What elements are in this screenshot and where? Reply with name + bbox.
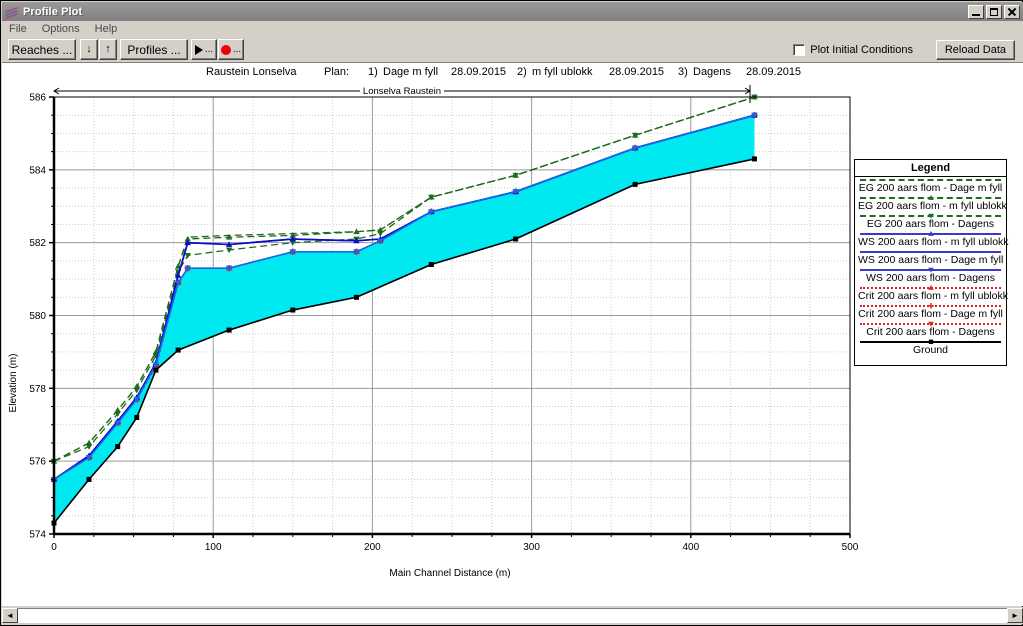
x-tick-label: 400 — [682, 542, 699, 553]
legend-line-sample — [860, 179, 1001, 181]
y-tick-label: 584 — [29, 165, 46, 176]
profile-plot-window: Profile Plot File Options Help Reaches .… — [0, 0, 1023, 626]
x-tick-label: 0 — [51, 542, 57, 553]
x-axis-title: Main Channel Distance (m) — [389, 568, 510, 579]
legend-entry-label: EG 200 aars flom - Dage m fyll — [858, 182, 1003, 194]
legend-entry: Ground — [858, 339, 1003, 359]
minimize-button[interactable] — [968, 4, 984, 19]
maximize-button[interactable] — [986, 4, 1002, 19]
menu-bar: File Options Help — [2, 21, 1023, 37]
window-title: Profile Plot — [23, 5, 83, 18]
y-axis-title: Elevation (m) — [8, 354, 19, 413]
legend-entry-label: Ground — [912, 344, 949, 356]
legend-entry-label: Crit 200 aars flom - Dagens — [866, 326, 995, 338]
legend-entry-label: Crit 200 aars flom - m fyll ublokk — [858, 290, 1008, 302]
previous-reach-button[interactable]: ↓ — [80, 39, 98, 60]
y-tick-label: 582 — [29, 238, 46, 249]
record-icon — [220, 44, 231, 55]
scroll-right-button[interactable]: ► — [1007, 608, 1023, 623]
record-ellipsis: ... — [232, 44, 242, 55]
arrow-down-icon: ↓ — [86, 43, 92, 55]
reach-annotation-label: Lonselva Raustein — [363, 86, 441, 97]
plot-initial-conditions-checkbox[interactable]: Plot Initial Conditions — [793, 44, 913, 56]
next-reach-button[interactable]: ↑ — [99, 39, 117, 60]
animate-record-button[interactable]: ... — [218, 39, 244, 60]
chart-legend: Legend EG 200 aars flom - Dage m fyll EG … — [854, 159, 1009, 366]
chart-fill-area — [54, 115, 755, 524]
arrow-up-icon: ↑ — [105, 43, 111, 55]
legend-line-sample — [860, 251, 1001, 253]
profiles-button[interactable]: Profiles ... — [120, 39, 188, 60]
title-bar: Profile Plot — [2, 2, 1023, 21]
play-icon — [194, 44, 203, 55]
y-tick-label: 574 — [29, 530, 46, 541]
reaches-button[interactable]: Reaches ... — [8, 39, 76, 60]
legend-entry-label: EG 200 aars flom - m fyll ublokk — [858, 200, 1007, 212]
plot-initial-conditions-label: Plot Initial Conditions — [810, 44, 913, 56]
y-tick-label: 578 — [29, 384, 46, 395]
reload-data-button[interactable]: Reload Data — [935, 40, 1015, 60]
toolbar: Reaches ... ↓ ↑ Profiles ... ... ... Plo… — [2, 37, 1023, 63]
legend-entry-label: EG 200 aars flom - Dagens — [866, 218, 995, 230]
x-tick-label: 300 — [523, 542, 540, 553]
legend-entry-label: WS 200 aars flom - Dagens — [866, 272, 995, 284]
menu-item-help[interactable]: Help — [88, 23, 126, 35]
play-ellipsis: ... — [204, 44, 214, 55]
menu-item-file[interactable]: File — [2, 23, 35, 35]
x-tick-label: 200 — [364, 542, 381, 553]
legend-entry-label: WS 200 aars flom - m fyll ublokk — [858, 236, 1009, 248]
profile-plot-icon — [4, 5, 20, 19]
menu-item-options[interactable]: Options — [35, 23, 88, 35]
y-tick-label: 580 — [29, 311, 46, 322]
x-tick-label: 100 — [205, 542, 222, 553]
legend-entry-label: Crit 200 aars flom - Dage m fyll — [858, 308, 1003, 320]
legend-entry-label: WS 200 aars flom - Dage m fyll — [858, 254, 1004, 266]
legend-entry: WS 200 aars flom - m fyll ublokk — [858, 231, 1009, 251]
plot-client-area: Raustein Lonselva Plan: 1) Dage m fyll 2… — [2, 63, 1023, 606]
close-icon[interactable] — [1004, 4, 1020, 19]
y-tick-label: 586 — [29, 93, 46, 104]
y-tick-label: 576 — [29, 457, 46, 468]
scrollbar-track[interactable] — [18, 608, 1007, 623]
legend-title: Legend — [855, 160, 1006, 177]
window-controls — [968, 4, 1023, 19]
x-tick-label: 500 — [842, 542, 859, 553]
horizontal-scrollbar[interactable]: ◄ ► — [2, 607, 1023, 624]
legend-entries: EG 200 aars flom - Dage m fyll EG 200 aar… — [855, 177, 1009, 359]
checkbox-box[interactable] — [793, 44, 806, 56]
reach-extent-annotation: Lonselva Raustein — [53, 85, 751, 103]
scroll-left-button[interactable]: ◄ — [2, 608, 18, 623]
animate-play-button[interactable]: ... — [191, 39, 217, 60]
